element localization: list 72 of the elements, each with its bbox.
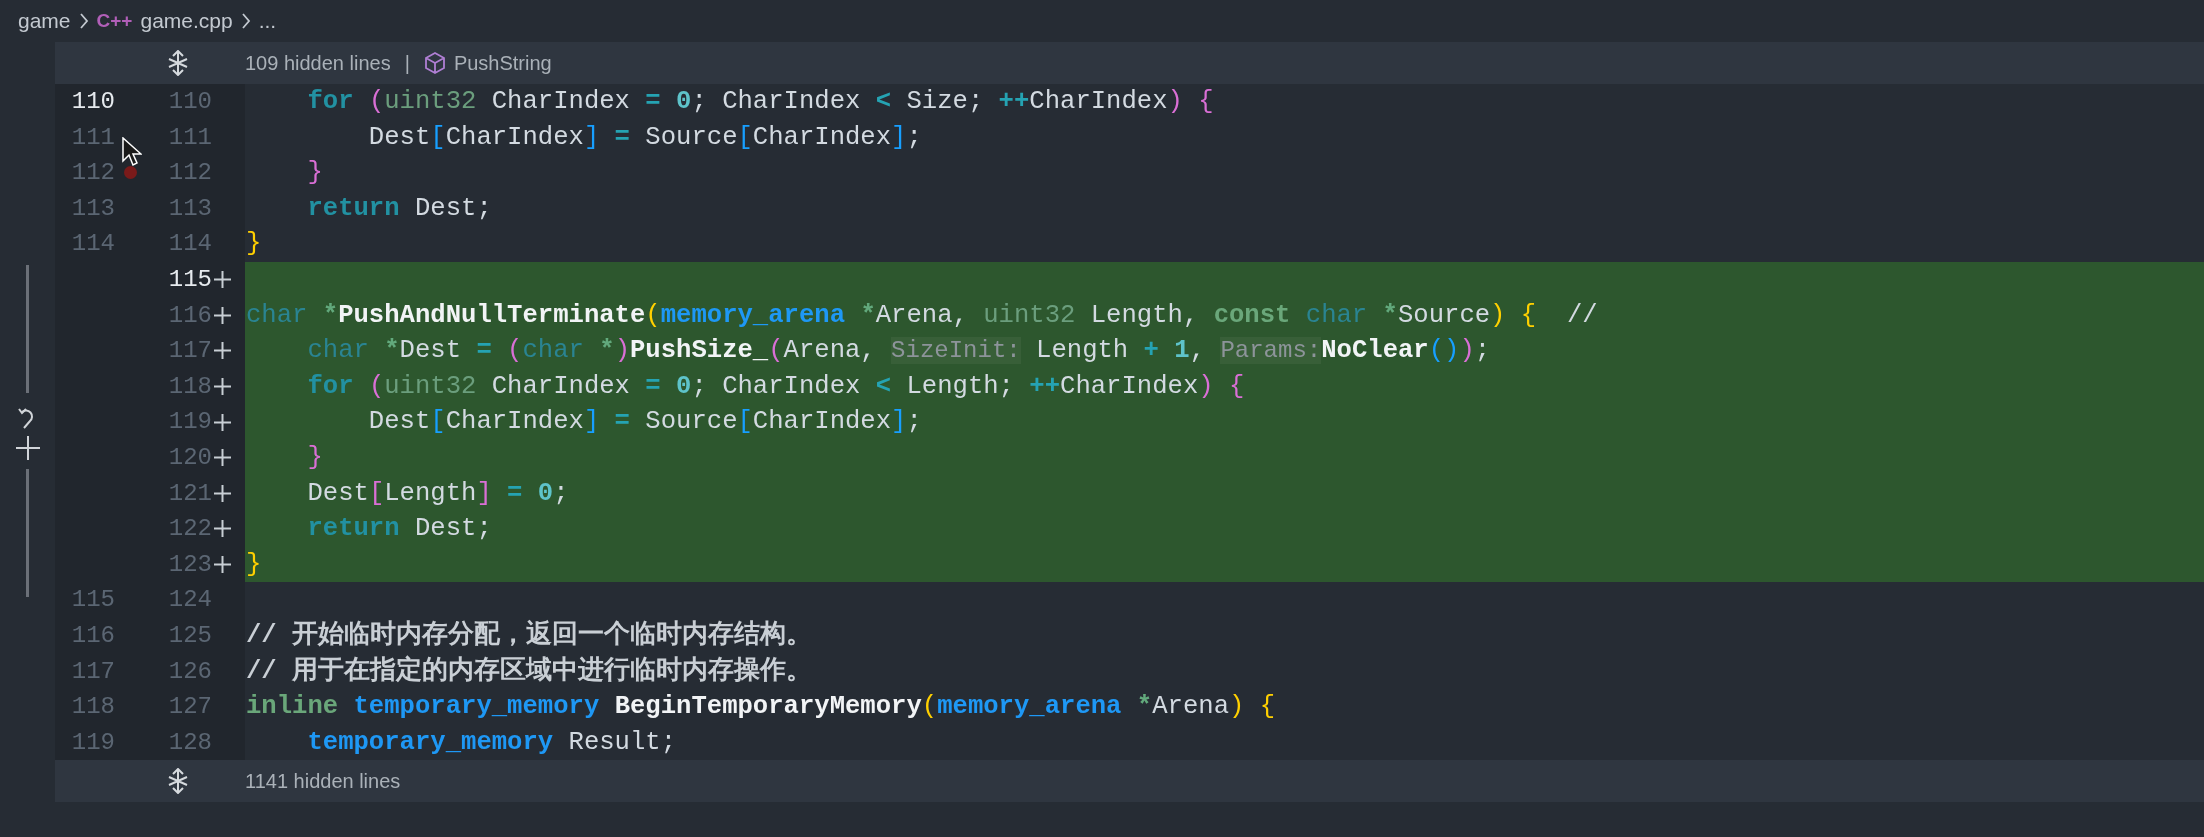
added-line-icon [213,271,231,289]
line-number: 119 [167,407,212,438]
code-line: } [246,549,262,579]
folded-region-bar[interactable]: 1141 hidden lines [55,760,2204,803]
line-number: 118 [70,692,115,723]
line-number: 114 [167,229,212,260]
unfold-icon[interactable] [167,768,189,795]
code-line: return Dest; [306,193,492,223]
code-line: inline temporary_memory BeginTemporaryMemory(memory_arena *Arena) { [246,692,1276,722]
line-number: 122 [167,514,212,545]
cpp-file-icon: C++ [96,6,133,36]
added-line-icon [213,306,231,324]
code-line: char *Dest = (char *)PushSize_(Arena, SizeInit: Length + 1, Params:NoClear()); [306,336,1491,366]
plus-icon[interactable] [14,435,41,461]
breadcrumb-item[interactable]: game.cpp [140,5,233,37]
code-line: char *PushAndNullTerminate(memory_arena *Arena, uint32 Length, const char *Source) { // [246,300,1598,330]
line-number: 111 [70,122,115,153]
code-line: for (uint32 CharIndex = 0; CharIndex < Length; ++CharIndex) { [306,371,1245,401]
code-line: } [246,229,262,259]
line-number: 119 [70,727,115,758]
hidden-lines-label: 109 hidden lines [245,51,391,76]
code-line: } [306,158,323,188]
line-number: 117 [167,336,212,367]
code-line: temporary_memory Result; [306,727,677,757]
added-line-icon [213,484,231,502]
line-number: 114 [70,229,115,260]
chevron-icon [78,12,89,30]
line-number: 125 [167,620,212,651]
line-number: 115 [70,585,115,616]
line-number: 116 [167,300,212,331]
chevron-icon [240,12,251,30]
line-number: 111 [167,122,212,153]
cube-icon [423,51,446,75]
line-number: 116 [70,620,115,651]
folded-region-bar[interactable]: 109 hidden lines | PushString [55,42,2204,84]
breadcrumb-item[interactable]: game [18,5,71,37]
unfold-icon[interactable] [167,50,189,76]
code-line: // 用于在指定的内存区域中进行临时内存操作。 [246,656,813,686]
line-number: 127 [167,692,212,723]
code-line: Dest[Length] = 0; [306,478,569,508]
code-line: Dest[CharIndex] = Source[CharIndex]; [367,407,922,437]
line-number: 121 [167,478,212,509]
line-number: 115 [167,264,212,295]
added-line-icon [213,556,231,573]
code-line: for (uint32 CharIndex = 0; CharIndex < Size; ++CharIndex) { [306,87,1214,116]
mouse-pointer-icon [122,137,142,167]
code-line: } [306,442,323,472]
line-number: 110 [70,87,115,117]
symbol-label: PushString [453,51,552,76]
separator: | [404,51,410,76]
line-number: 123 [167,549,212,580]
added-line-icon [213,342,231,360]
line-number: 112 [70,158,115,189]
line-number: 124 [167,585,212,616]
line-number: 110 [167,87,212,117]
line-number: 120 [167,442,212,473]
added-line-icon [213,449,231,467]
hidden-lines-label: 1141 hidden lines [245,769,401,795]
breadcrumb-item[interactable]: ... [258,5,277,37]
line-number: 112 [167,158,212,189]
added-line-icon [213,413,231,431]
code-line: // 开始临时内存分配，返回一个临时内存结构。 [246,620,813,650]
line-number: 113 [167,193,212,224]
code-line: Dest[CharIndex] = Source[CharIndex]; [367,122,922,152]
code-line: return Dest; [306,514,492,544]
added-line-icon [213,520,231,538]
line-number: 126 [167,656,212,687]
line-number: 113 [70,193,115,224]
line-number: 128 [167,727,212,758]
added-line-icon [213,378,231,396]
line-number: 117 [70,656,115,687]
line-number: 118 [167,371,212,402]
